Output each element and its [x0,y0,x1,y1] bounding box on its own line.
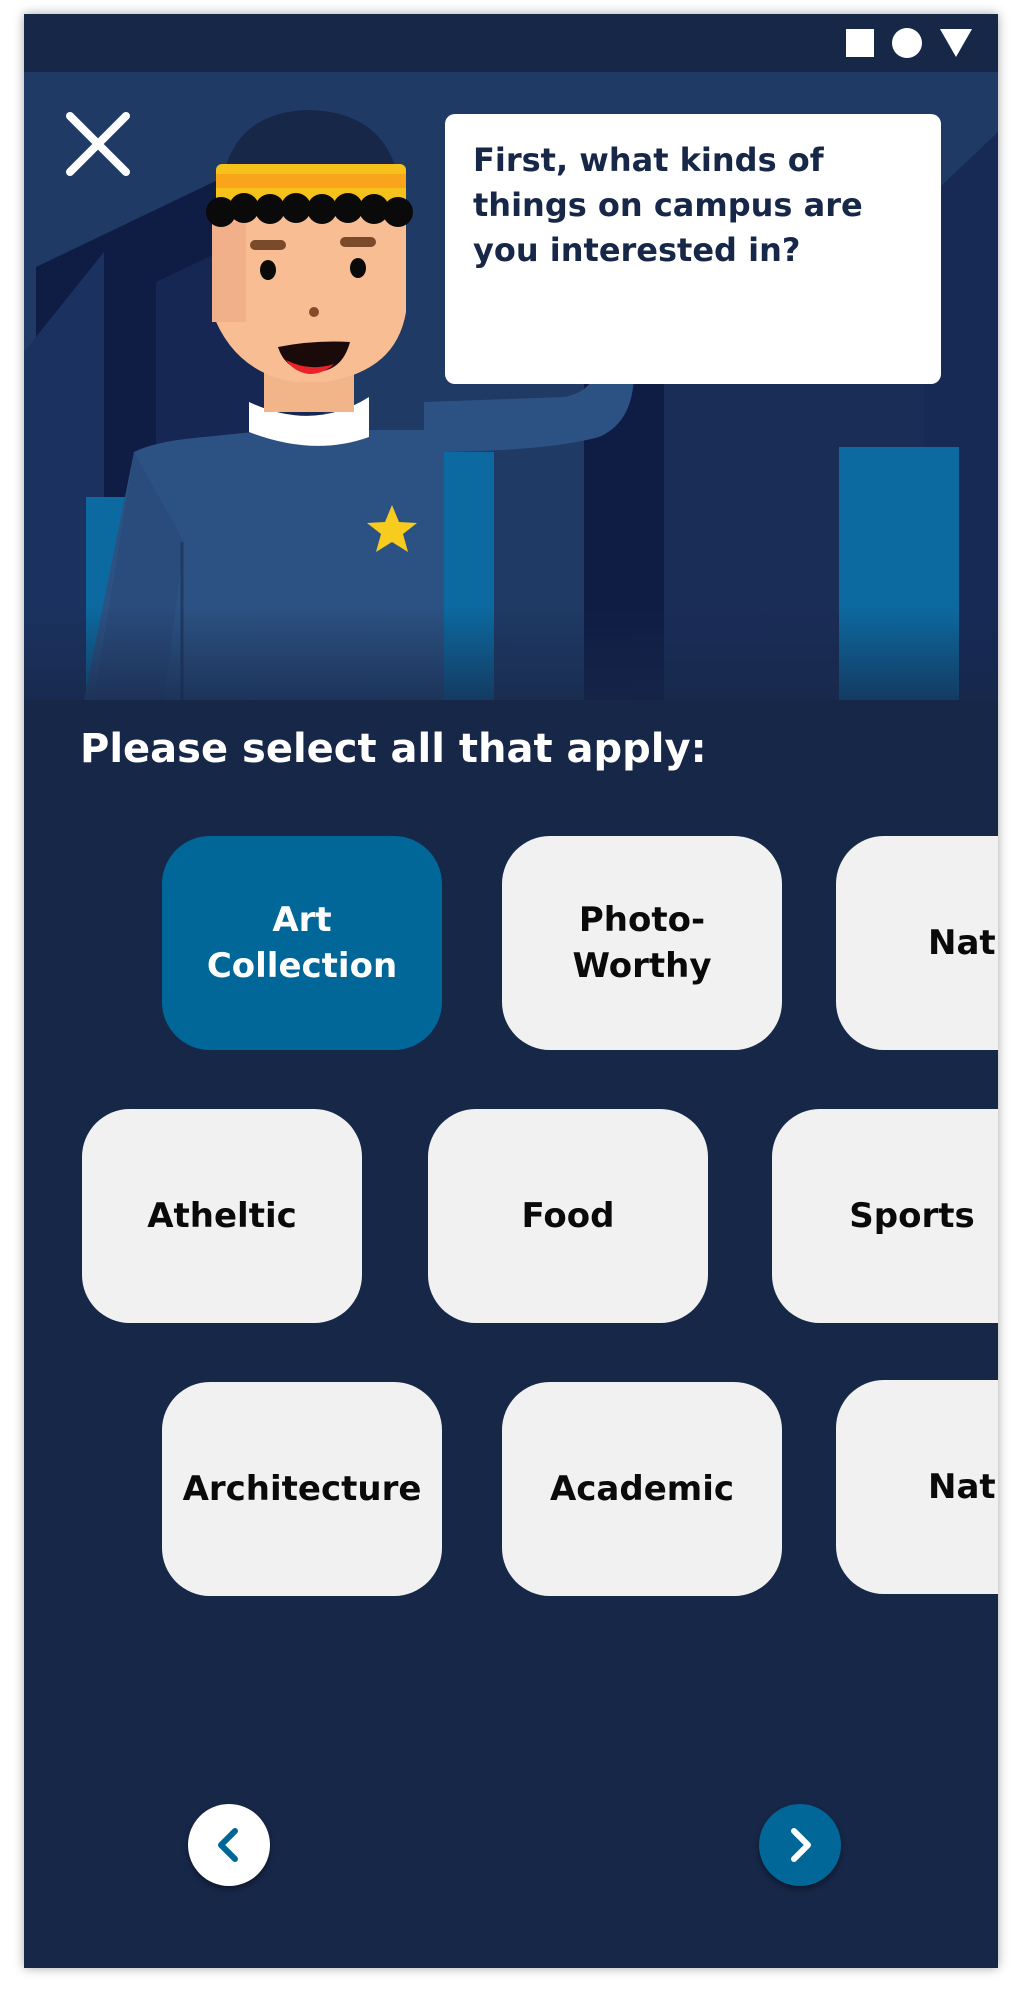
option-nature[interactable]: Natu [836,836,998,1050]
chevron-left-icon [218,1828,238,1862]
option-atheltic[interactable]: Atheltic [82,1109,362,1323]
option-sports[interactable]: Sports [772,1109,998,1323]
option-architecture[interactable]: Architecture [162,1382,442,1596]
triangle-icon[interactable] [940,29,972,57]
option-food[interactable]: Food [428,1109,708,1323]
speech-bubble: First, what kinds of things on campus ar… [445,114,941,384]
option-photo-worthy[interactable]: Photo- Worthy [502,836,782,1050]
close-button[interactable] [64,110,132,178]
next-button[interactable] [759,1804,841,1886]
status-icons [846,28,972,58]
app-screen: First, what kinds of things on campus ar… [24,14,998,1968]
option-art-collection[interactable]: Art Collection [162,836,442,1050]
option-nature-2[interactable]: Natu [836,1380,998,1594]
back-button[interactable] [188,1804,270,1886]
hero-illustration: First, what kinds of things on campus ar… [24,72,998,700]
status-bar [24,14,998,72]
chevron-right-icon [791,1828,811,1862]
guide-question: First, what kinds of things on campus ar… [473,141,863,269]
square-icon[interactable] [846,29,874,57]
option-academic[interactable]: Academic [502,1382,782,1596]
selection-prompt: Please select all that apply: [80,726,707,772]
close-icon [66,112,130,176]
circle-icon[interactable] [892,28,922,58]
